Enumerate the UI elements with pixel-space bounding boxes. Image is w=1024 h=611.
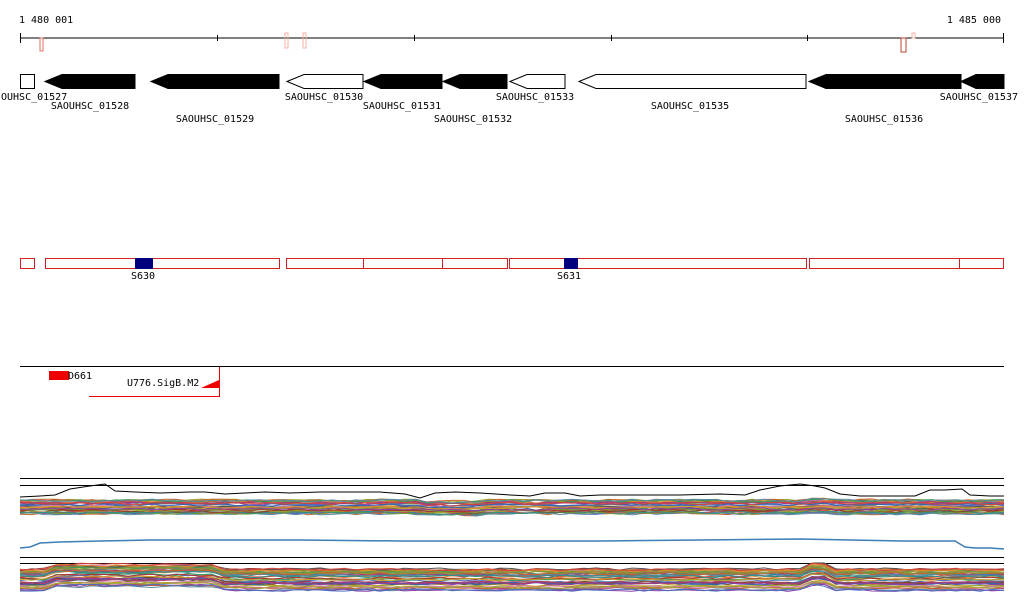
segment-track: S630 S631 [20,258,1004,282]
segment[interactable] [45,258,280,269]
segment-marker-s631[interactable] [564,258,578,269]
gene-label: SAOUHSC_01532 [434,114,512,125]
ruler-mark [302,32,307,49]
genome-browser: 1 480 001 1 485 000 OUHSC_01527 SAOUHSC_… [1,15,1018,592]
ruler-mark [39,37,44,52]
gene-label: SAOUHSC_01533 [496,92,574,103]
profile-line-blue [19,538,1005,550]
expression-profile-track-2 [19,562,1005,592]
segment[interactable] [20,258,35,269]
expression-profile-track-1 [19,478,1005,558]
profile-line-black [19,483,1004,499]
feature-track: D661 U776.SigB.M2 [20,366,1004,397]
gene-saouhsc-01536[interactable] [807,74,962,89]
segment[interactable] [363,258,443,269]
segment-label: S631 [557,271,581,282]
feature-d661[interactable] [49,371,69,380]
ruler-track: 1 480 001 1 485 000 [19,15,1004,53]
segment-marker-s630[interactable] [135,258,153,269]
feature-label: D661 [68,371,92,382]
ruler-mark [284,32,289,49]
gene-saouhsc-01528[interactable] [43,74,136,89]
gene-label: SAOUHSC_01537 [940,92,1018,103]
segment[interactable] [442,258,508,269]
gene-saouhsc-01531[interactable] [362,74,443,89]
segment[interactable] [286,258,364,269]
gene-label: SAOUHSC_01530 [285,92,363,103]
feature-label: U776.SigB.M2 [127,378,199,389]
gene-track: OUHSC_01527 SAOUHSC_01528 SAOUHSC_01529 … [1,74,1018,125]
gene-label: SAOUHSC_01528 [51,101,129,112]
ruler-mark [911,32,916,39]
ruler-end-label: 1 485 000 [947,15,1001,26]
gene-saouhsc-01537[interactable] [959,74,1005,89]
segment[interactable] [509,258,807,269]
gene-label: SAOUHSC_01535 [651,101,729,112]
gene-saouhsc-01532[interactable] [441,74,508,89]
gene-label: SAOUHSC_01529 [176,114,254,125]
ruler-start-label: 1 480 001 [19,15,73,26]
gene-label: SAOUHSC_01531 [363,101,441,112]
gene-saouhsc-01529[interactable] [149,74,280,89]
ruler-mark [900,37,907,53]
gene-saouhsc-01527[interactable] [20,74,35,89]
gene-saouhsc-01533[interactable] [508,74,566,89]
feature-u776-triangle [201,380,219,388]
gene-saouhsc-01535[interactable] [577,74,807,89]
gene-label: SAOUHSC_01536 [845,114,923,125]
gene-saouhsc-01530[interactable] [285,74,364,89]
segment-label: S630 [131,271,155,282]
segment[interactable] [959,258,1004,269]
segment[interactable] [809,258,960,269]
